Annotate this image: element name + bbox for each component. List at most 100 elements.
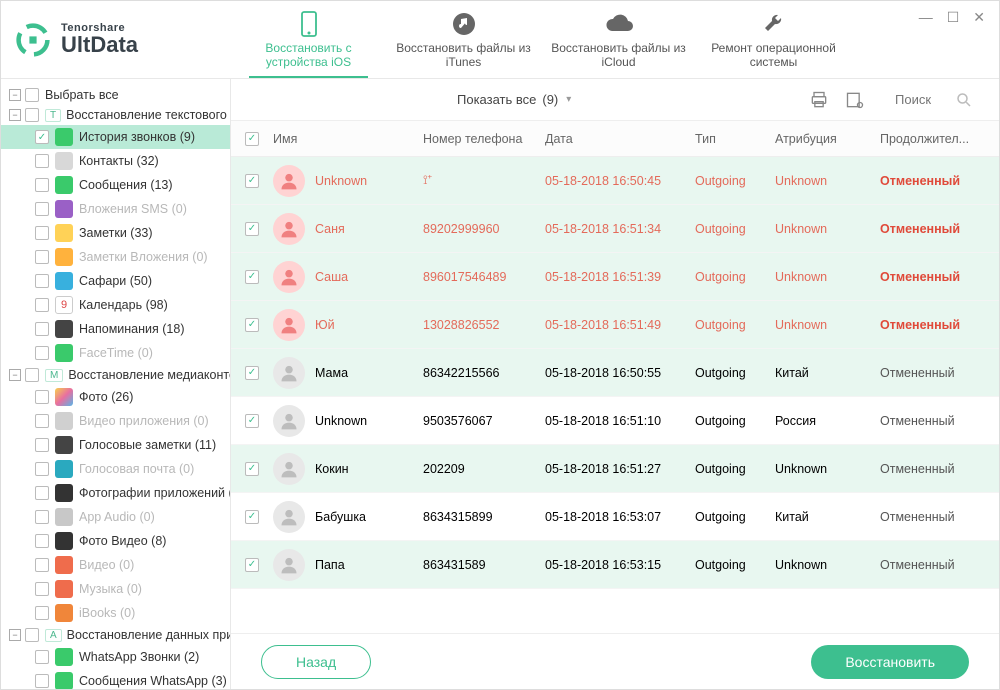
table-row[interactable]: Unknown 9503576067 05-18-2018 16:51:10 O… bbox=[231, 397, 999, 445]
table-row[interactable]: Unknown ⟟⁺ 05-18-2018 16:50:45 Outgoing … bbox=[231, 157, 999, 205]
row-checkbox[interactable] bbox=[245, 318, 259, 332]
item-checkbox[interactable] bbox=[35, 130, 49, 144]
tree-item[interactable]: Голосовые заметки (11) bbox=[1, 433, 230, 457]
col-attr[interactable]: Атрибуция bbox=[775, 132, 880, 146]
table-row[interactable]: Мама 86342215566 05-18-2018 16:50:55 Out… bbox=[231, 349, 999, 397]
tab-1[interactable]: Восстановить файлы из iTunes bbox=[386, 1, 541, 78]
item-label: Сообщения WhatsApp (3) bbox=[79, 674, 227, 688]
table-row[interactable]: Саша 896017546489 05-18-2018 16:51:39 Ou… bbox=[231, 253, 999, 301]
expander-icon[interactable]: − bbox=[9, 369, 21, 381]
item-checkbox[interactable] bbox=[35, 298, 49, 312]
tree-item[interactable]: iBooks (0) bbox=[1, 601, 230, 625]
tree-item[interactable]: Напоминания (18) bbox=[1, 317, 230, 341]
item-checkbox[interactable] bbox=[35, 178, 49, 192]
recover-button[interactable]: Восстановить bbox=[811, 645, 969, 679]
tab-3[interactable]: Ремонт операционной системы bbox=[696, 1, 851, 78]
expander-icon[interactable]: − bbox=[9, 89, 21, 101]
tree-item[interactable]: App Audio (0) bbox=[1, 505, 230, 529]
settings-list-icon[interactable] bbox=[845, 90, 865, 110]
group-checkbox[interactable] bbox=[25, 628, 39, 642]
col-phone[interactable]: Номер телефона bbox=[423, 132, 545, 146]
group-checkbox[interactable] bbox=[25, 368, 39, 382]
tree-item[interactable]: Заметки Вложения (0) bbox=[1, 245, 230, 269]
tree-group-1[interactable]: −MВосстановление медиаконтента bbox=[1, 365, 230, 385]
select-all-rows-checkbox[interactable] bbox=[245, 132, 259, 146]
tree-group-2[interactable]: −AВосстановление данных приложений bbox=[1, 625, 230, 645]
row-checkbox[interactable] bbox=[245, 462, 259, 476]
select-all-checkbox[interactable] bbox=[25, 88, 39, 102]
item-checkbox[interactable] bbox=[35, 674, 49, 688]
item-checkbox[interactable] bbox=[35, 650, 49, 664]
table-row[interactable]: Саня 89202999960 05-18-2018 16:51:34 Out… bbox=[231, 205, 999, 253]
min-button[interactable]: — bbox=[919, 9, 933, 26]
cell-name: Unknown bbox=[273, 405, 423, 437]
tree-item[interactable]: Фото (26) bbox=[1, 385, 230, 409]
tree-item[interactable]: Фото Видео (8) bbox=[1, 529, 230, 553]
row-checkbox[interactable] bbox=[245, 558, 259, 572]
table-row[interactable]: Папа 863431589 05-18-2018 16:53:15 Outgo… bbox=[231, 541, 999, 589]
tree-item[interactable]: Фотографии приложений (24 bbox=[1, 481, 230, 505]
group-checkbox[interactable] bbox=[25, 108, 39, 122]
tree-item[interactable]: Сафари (50) bbox=[1, 269, 230, 293]
tab-0[interactable]: Восстановить с устройства iOS bbox=[231, 1, 386, 78]
sidebar-tree[interactable]: −Выбрать все−TВосстановление текстового … bbox=[1, 79, 231, 689]
item-checkbox[interactable] bbox=[35, 202, 49, 216]
tree-item[interactable]: Музыка (0) bbox=[1, 577, 230, 601]
table-row[interactable]: Кокин 202209 05-18-2018 16:51:27 Outgoin… bbox=[231, 445, 999, 493]
table-row[interactable]: Юй 13028826552 05-18-2018 16:51:49 Outgo… bbox=[231, 301, 999, 349]
search-box[interactable] bbox=[895, 91, 973, 109]
item-checkbox[interactable] bbox=[35, 346, 49, 360]
row-checkbox[interactable] bbox=[245, 270, 259, 284]
item-checkbox[interactable] bbox=[35, 322, 49, 336]
item-checkbox[interactable] bbox=[35, 534, 49, 548]
item-checkbox[interactable] bbox=[35, 438, 49, 452]
print-icon[interactable] bbox=[809, 90, 829, 110]
max-button[interactable]: ☐ bbox=[947, 9, 960, 26]
item-checkbox[interactable] bbox=[35, 226, 49, 240]
tree-item[interactable]: Сообщения (13) bbox=[1, 173, 230, 197]
search-input[interactable] bbox=[895, 92, 955, 107]
item-checkbox[interactable] bbox=[35, 606, 49, 620]
table-body[interactable]: Unknown ⟟⁺ 05-18-2018 16:50:45 Outgoing … bbox=[231, 157, 999, 633]
tree-item[interactable]: История звонков (9) bbox=[1, 125, 230, 149]
tree-item[interactable]: Сообщения WhatsApp (3) bbox=[1, 669, 230, 689]
expander-icon[interactable]: − bbox=[9, 109, 21, 121]
tree-item[interactable]: Вложения SMS (0) bbox=[1, 197, 230, 221]
tab-2[interactable]: Восстановить файлы из iCloud bbox=[541, 1, 696, 78]
row-checkbox[interactable] bbox=[245, 222, 259, 236]
item-checkbox[interactable] bbox=[35, 154, 49, 168]
col-dur[interactable]: Продолжител... bbox=[880, 132, 980, 146]
tree-item[interactable]: 9Календарь (98) bbox=[1, 293, 230, 317]
row-checkbox[interactable] bbox=[245, 366, 259, 380]
tree-item[interactable]: Видео приложения (0) bbox=[1, 409, 230, 433]
tree-item[interactable]: Заметки (33) bbox=[1, 221, 230, 245]
item-checkbox[interactable] bbox=[35, 462, 49, 476]
select-all-row[interactable]: −Выбрать все bbox=[1, 85, 230, 105]
item-checkbox[interactable] bbox=[35, 274, 49, 288]
item-checkbox[interactable] bbox=[35, 582, 49, 596]
expander-icon[interactable]: − bbox=[9, 629, 21, 641]
col-date[interactable]: Дата bbox=[545, 132, 695, 146]
tree-group-0[interactable]: −TВосстановление текстового содержи bbox=[1, 105, 230, 125]
item-checkbox[interactable] bbox=[35, 510, 49, 524]
cell-date: 05-18-2018 16:50:55 bbox=[545, 366, 695, 380]
row-checkbox[interactable] bbox=[245, 174, 259, 188]
filter-dropdown[interactable]: Показать все (9) ▾ bbox=[457, 92, 571, 107]
tree-item[interactable]: Видео (0) bbox=[1, 553, 230, 577]
item-checkbox[interactable] bbox=[35, 250, 49, 264]
table-row[interactable]: Бабушка 8634315899 05-18-2018 16:53:07 O… bbox=[231, 493, 999, 541]
row-checkbox[interactable] bbox=[245, 510, 259, 524]
back-button[interactable]: Назад bbox=[261, 645, 371, 679]
col-type[interactable]: Тип bbox=[695, 132, 775, 146]
item-checkbox[interactable] bbox=[35, 390, 49, 404]
item-checkbox[interactable] bbox=[35, 414, 49, 428]
close-button[interactable]: ✕ bbox=[973, 9, 985, 26]
item-checkbox[interactable] bbox=[35, 486, 49, 500]
item-checkbox[interactable] bbox=[35, 558, 49, 572]
tree-item[interactable]: WhatsApp Звонки (2) bbox=[1, 645, 230, 669]
tree-item[interactable]: Голосовая почта (0) bbox=[1, 457, 230, 481]
row-checkbox[interactable] bbox=[245, 414, 259, 428]
col-name[interactable]: Имя bbox=[273, 132, 423, 146]
tree-item[interactable]: Контакты (32) bbox=[1, 149, 230, 173]
tree-item[interactable]: FaceTime (0) bbox=[1, 341, 230, 365]
